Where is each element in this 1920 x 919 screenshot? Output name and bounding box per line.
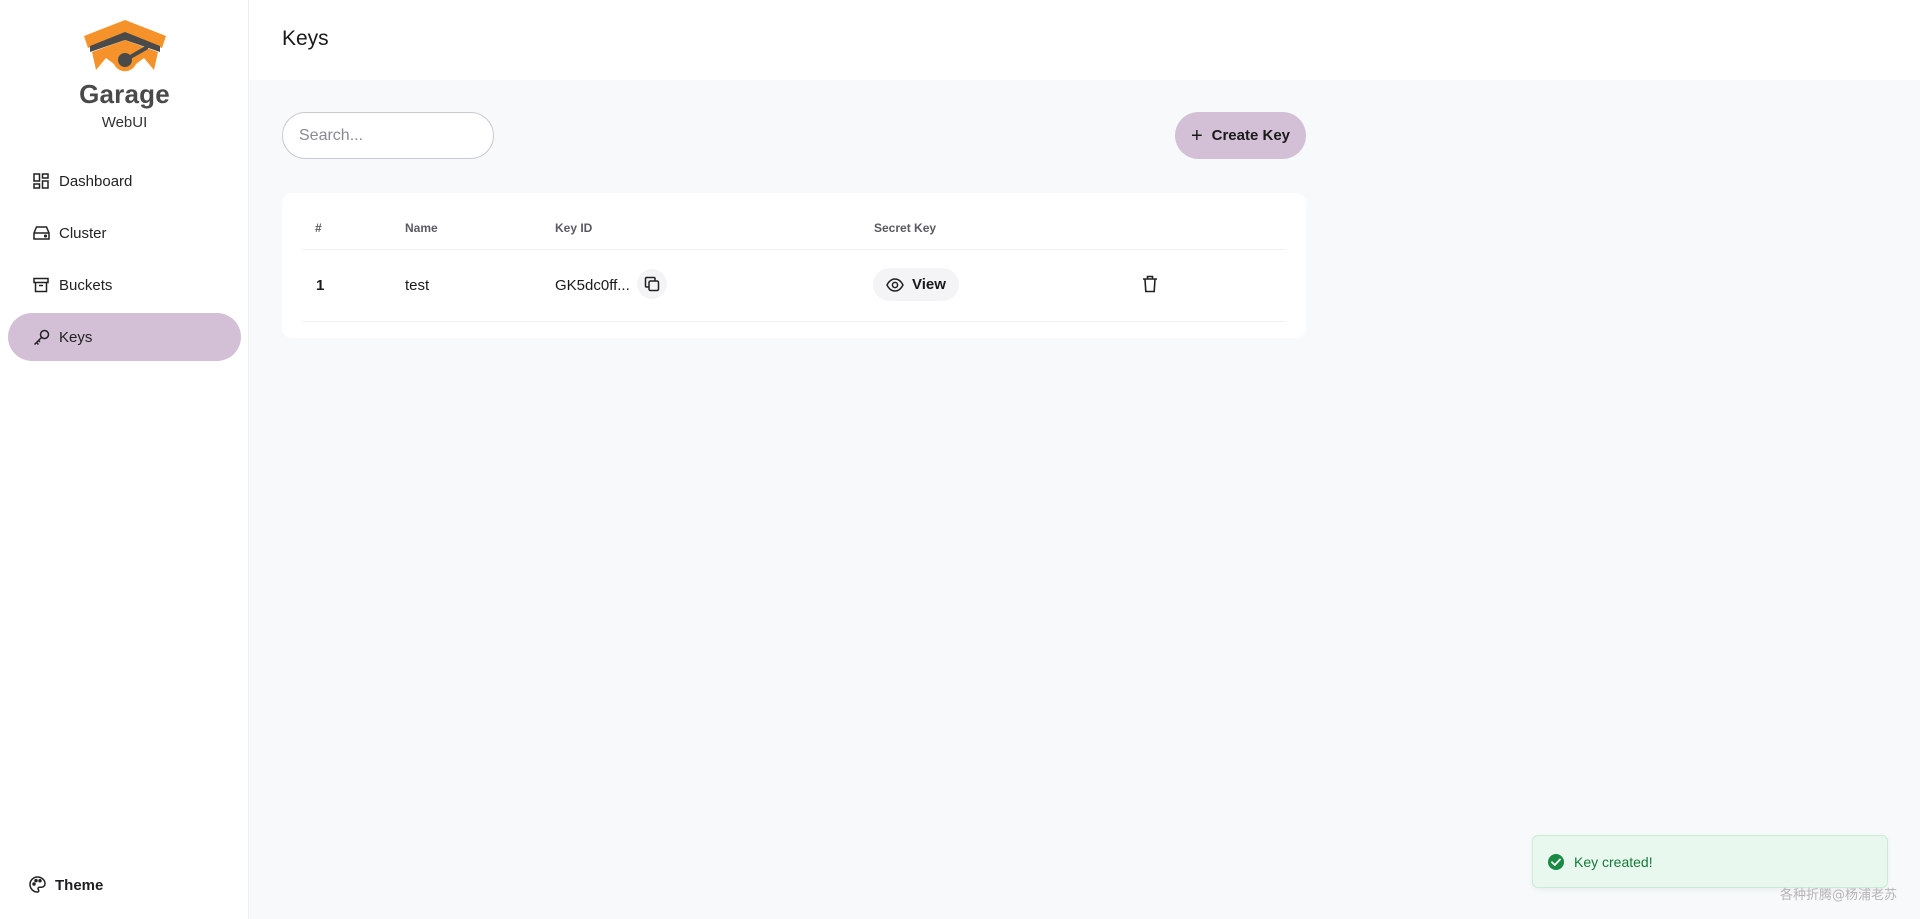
- success-toast: Key created!: [1532, 835, 1888, 888]
- sidebar-item-label: Keys: [59, 328, 93, 346]
- sidebar-item-label: Cluster: [59, 224, 107, 242]
- sidebar-nav: Dashboard Cluster Buckets Keys: [8, 157, 241, 365]
- column-header-key-id: Key ID: [555, 221, 593, 235]
- watermark: 各种折腾@杨浦老苏: [1780, 888, 1898, 903]
- brand: Garage WebUI: [0, 18, 249, 131]
- column-header-name: Name: [405, 221, 438, 235]
- palette-icon: [29, 876, 47, 894]
- create-key-button[interactable]: + Create Key: [1175, 112, 1306, 159]
- column-header-secret-key: Secret Key: [874, 221, 937, 235]
- theme-label: Theme: [55, 876, 104, 894]
- sidebar-item-buckets[interactable]: Buckets: [8, 261, 241, 309]
- garage-logo-icon: [83, 20, 166, 72]
- view-secret-label: View: [912, 276, 946, 293]
- sidebar-item-label: Buckets: [59, 276, 113, 294]
- header-divider: [302, 249, 1286, 250]
- copy-key-id-button[interactable]: [637, 269, 667, 299]
- dashboard-icon: [32, 172, 50, 190]
- row-number: 1: [316, 277, 325, 294]
- search-input[interactable]: [282, 112, 494, 159]
- keys-table: # Name Key ID Secret Key 1 test GK5dc0ff…: [282, 193, 1306, 338]
- key-icon: [32, 328, 50, 346]
- row-name: test: [405, 277, 430, 294]
- create-key-label: Create Key: [1211, 127, 1291, 144]
- page-header: Keys: [249, 0, 1920, 80]
- check-circle-icon: [1548, 853, 1564, 870]
- toast-message: Key created!: [1574, 853, 1653, 870]
- sidebar-item-keys[interactable]: Keys: [8, 313, 241, 361]
- sidebar-item-dashboard[interactable]: Dashboard: [8, 157, 241, 205]
- view-secret-button[interactable]: View: [873, 268, 959, 301]
- column-header-number: #: [315, 221, 322, 235]
- hard-drive-icon: [32, 224, 50, 242]
- row-key-id: GK5dc0ff...: [555, 277, 630, 294]
- delete-key-button[interactable]: [1139, 273, 1161, 295]
- sidebar-item-cluster[interactable]: Cluster: [8, 209, 241, 257]
- theme-button[interactable]: Theme: [29, 876, 103, 894]
- brand-subtitle: WebUI: [101, 114, 148, 131]
- brand-name: Garage: [79, 79, 170, 109]
- page-title: Keys: [282, 27, 329, 50]
- sidebar: Garage WebUI Dashboard Cluster Buckets K…: [0, 0, 249, 919]
- plus-icon: +: [1190, 124, 1203, 147]
- trash-icon: [1143, 275, 1157, 293]
- eye-icon: [886, 277, 904, 292]
- copy-icon: [644, 276, 660, 292]
- sidebar-item-label: Dashboard: [59, 172, 133, 190]
- row-divider: [302, 321, 1286, 322]
- archive-box-icon: [32, 276, 50, 294]
